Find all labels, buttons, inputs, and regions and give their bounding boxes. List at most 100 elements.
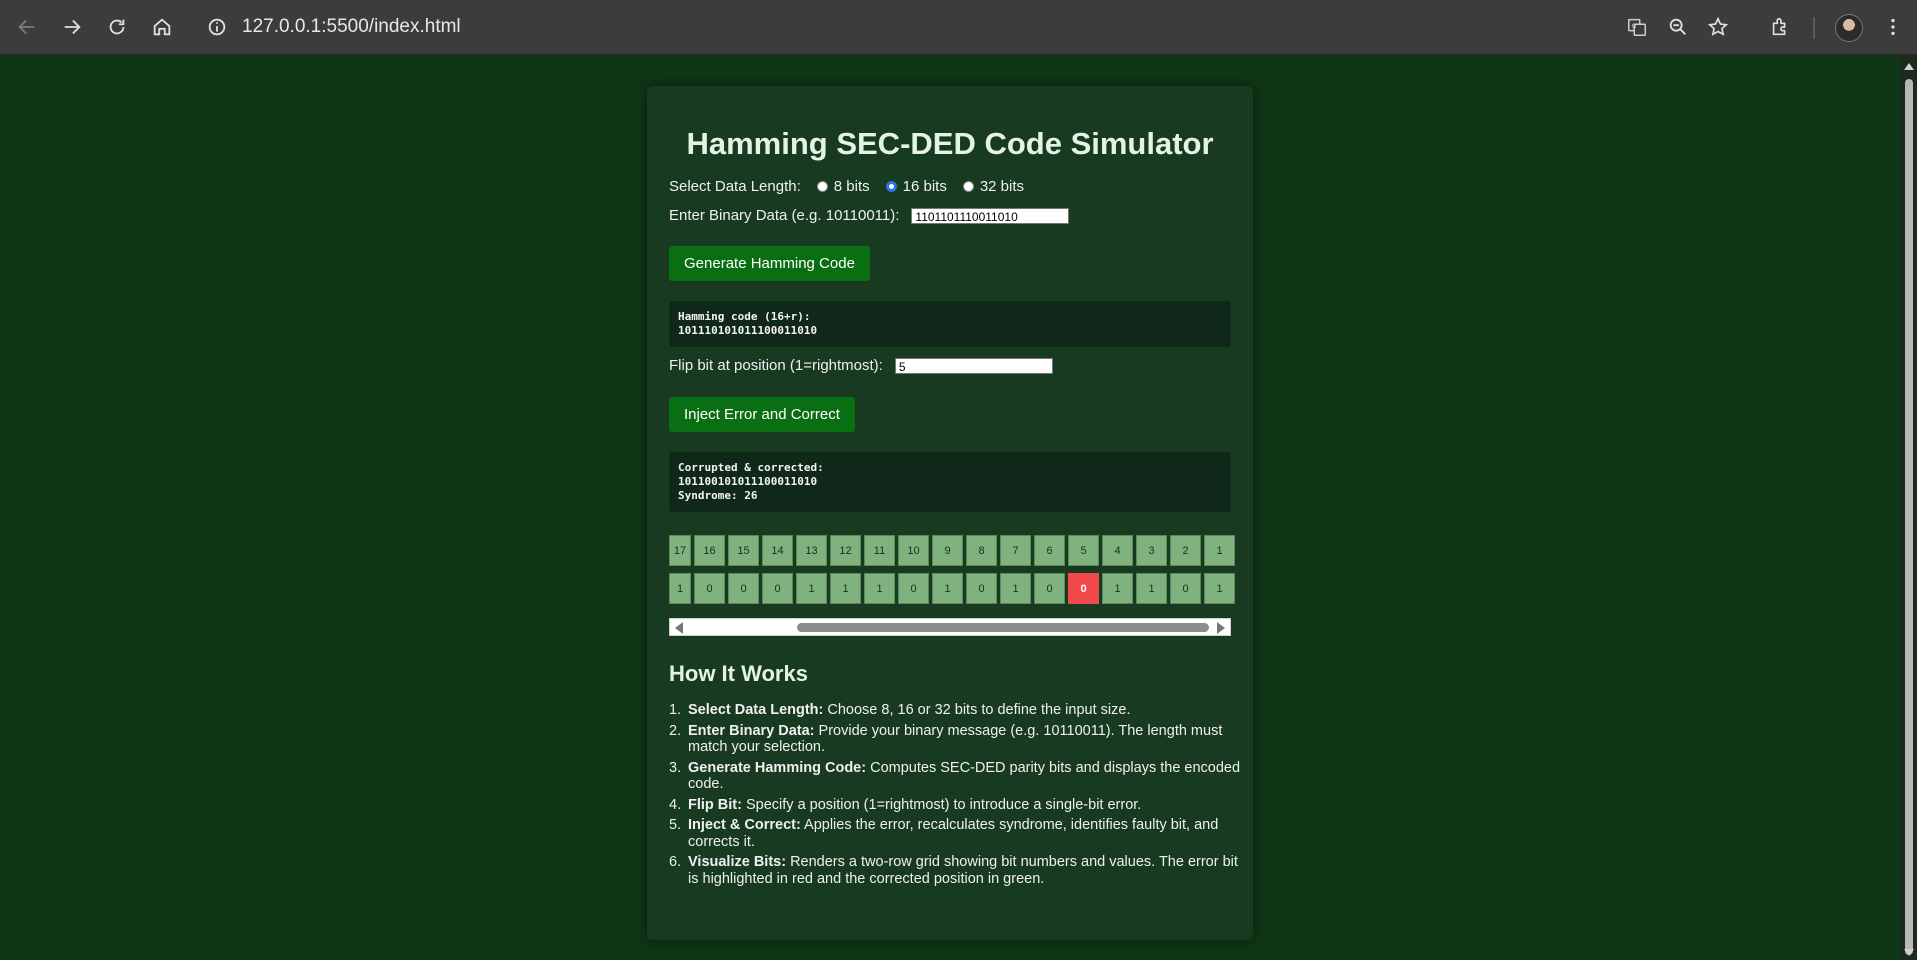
- scroll-right-icon[interactable]: [1217, 622, 1225, 634]
- bit-position-cell: 11: [864, 535, 895, 566]
- bit-value-cell: 0: [898, 573, 929, 604]
- bit-position-cell: 15: [728, 535, 759, 566]
- bit-value-cell: 1: [932, 573, 963, 604]
- extensions-icon[interactable]: [1765, 12, 1795, 42]
- bit-value-cell: 0: [728, 573, 759, 604]
- bit-position-cell: 1: [1204, 535, 1235, 566]
- bit-position-cell: 6: [1034, 535, 1065, 566]
- bit-value-cell: 0: [966, 573, 997, 604]
- profile-avatar[interactable]: [1835, 14, 1863, 42]
- bit-value-cell: 1: [669, 573, 691, 604]
- bit-value-cell-error: 0: [1068, 573, 1099, 604]
- generate-hamming-button[interactable]: Generate Hamming Code: [669, 246, 870, 281]
- step-number: 2.: [669, 722, 682, 739]
- step-item: 6. Visualize Bits: Renders a two-row grid…: [669, 854, 1248, 887]
- bit-value-cell: 1: [1136, 573, 1167, 604]
- back-icon[interactable]: [12, 12, 42, 42]
- bit-value-cell: 0: [694, 573, 725, 604]
- bit-value-cell: 1: [796, 573, 827, 604]
- simulator-card: Hamming SEC-DED Code Simulator Select Da…: [647, 86, 1253, 940]
- hamming-output-line2: 10111010101110001101​0: [678, 324, 818, 337]
- bit-position-cell: 9: [932, 535, 963, 566]
- radio-16-bits-label[interactable]: 16 bits: [903, 178, 947, 195]
- menu-kebab-icon[interactable]: [1878, 12, 1908, 42]
- grid-scroll-thumb[interactable]: [797, 623, 1209, 632]
- browser-toolbar: 127.0.0.1:5500/index.html G: [0, 0, 1917, 55]
- address-bar[interactable]: 127.0.0.1:5500/index.html: [200, 10, 1600, 44]
- inject-error-button[interactable]: Inject Error and Correct: [669, 397, 855, 432]
- bit-value-cell: 1: [830, 573, 861, 604]
- bit-value-cell: 1: [1000, 573, 1031, 604]
- url-text: 127.0.0.1:5500/index.html: [242, 16, 461, 37]
- step-title: Inject & Correct:: [688, 817, 801, 833]
- bit-position-cell: 12: [830, 535, 861, 566]
- step-text: Choose 8, 16 or 32 bits to define the in…: [823, 702, 1131, 718]
- bit-value-row: 10001110101001101: [669, 573, 1238, 604]
- zoom-icon[interactable]: [1663, 12, 1693, 42]
- bookmark-star-icon[interactable]: [1703, 12, 1733, 42]
- page-scroll-thumb[interactable]: [1905, 79, 1913, 955]
- step-number: 4.: [669, 796, 682, 813]
- radio-8-bits[interactable]: [816, 181, 828, 192]
- site-info-icon[interactable]: [206, 16, 228, 43]
- step-item: 1. Select Data Length: Choose 8, 16 or 32…: [669, 702, 1248, 719]
- corrected-output-line2: 10110010101110001101​0: [678, 475, 818, 488]
- bit-position-cell: 14: [762, 535, 793, 566]
- bit-value-cell: 1: [864, 573, 895, 604]
- binary-data-input[interactable]: 1101101110011010: [911, 207, 1070, 224]
- radio-8-bits-label[interactable]: 8 bits: [834, 178, 870, 195]
- toolbar-divider: [1813, 17, 1815, 39]
- step-item: 3. Generate Hamming Code: Computes SEC-DE…: [669, 759, 1248, 793]
- translate-icon[interactable]: G: [1622, 12, 1652, 42]
- flip-bit-label: Flip bit at position (1=rightmost):: [669, 357, 883, 374]
- step-title: Select Data Length:: [688, 702, 824, 718]
- bit-position-cell: 4: [1102, 535, 1133, 566]
- how-it-works-list: 1. Select Data Length: Choose 8, 16 or 32…: [669, 702, 1248, 891]
- bit-position-cell: 17: [669, 535, 691, 566]
- forward-icon[interactable]: [57, 12, 87, 42]
- radio-32-bits-label[interactable]: 32 bits: [980, 178, 1024, 195]
- binary-input-row: Enter Binary Data (e.g. 10110011): 11011…: [669, 207, 1070, 224]
- home-icon[interactable]: [147, 12, 177, 42]
- grid-horizontal-scrollbar[interactable]: [669, 618, 1231, 636]
- bit-position-row: 17 16 15 14 13 12 11 10 9 8 7 6 5 4 3 2 1: [669, 535, 1238, 566]
- bit-position-cell: 8: [966, 535, 997, 566]
- flip-bit-row: Flip bit at position (1=rightmost): 5: [669, 357, 1053, 374]
- hamming-output-line1: Hamming code (16+r):: [678, 310, 811, 323]
- bit-position-cell: 5: [1068, 535, 1099, 566]
- step-title: Generate Hamming Code:: [688, 759, 867, 776]
- scroll-down-icon[interactable]: [1904, 949, 1914, 956]
- bit-position-cell: 3: [1136, 535, 1167, 566]
- binary-input-label: Enter Binary Data (e.g. 10110011):: [669, 207, 900, 224]
- corrected-output-line1: Corrupted & corrected:: [678, 461, 824, 474]
- scroll-left-icon[interactable]: [675, 622, 683, 634]
- page-scrollbar[interactable]: [1900, 55, 1917, 960]
- step-title: Enter Binary Data:: [688, 722, 815, 739]
- bit-position-cell: 13: [796, 535, 827, 566]
- bit-value-cell: 1: [1204, 573, 1235, 604]
- step-number: 5.: [669, 817, 682, 833]
- bit-position-cell: 2: [1170, 535, 1201, 566]
- step-number: 3.: [669, 759, 682, 776]
- how-it-works-heading: How It Works: [669, 661, 808, 686]
- flip-bit-input[interactable]: 5: [894, 357, 1053, 374]
- bit-value-cell: 0: [762, 573, 793, 604]
- radio-32-bits[interactable]: [962, 181, 974, 192]
- reload-icon[interactable]: [102, 12, 132, 42]
- scroll-up-icon[interactable]: [1904, 63, 1914, 70]
- syndrome-text: Syndrome: 26: [678, 489, 758, 502]
- hamming-output: Hamming code (16+r): 1011101010111000110…: [669, 301, 1231, 347]
- bit-value-cell: 1: [1102, 573, 1133, 604]
- step-number: 1.: [669, 702, 682, 718]
- bit-position-cell: 7: [1000, 535, 1031, 566]
- step-item: 2. Enter Binary Data: Provide your binary…: [669, 722, 1248, 756]
- data-length-label: Select Data Length:: [669, 178, 801, 195]
- corrected-output: Corrupted & corrected: 10110010101110001…: [669, 452, 1231, 512]
- step-title: Visualize Bits:: [688, 854, 787, 870]
- bit-position-cell: 16: [694, 535, 725, 566]
- step-number: 6.: [669, 854, 682, 870]
- radio-16-bits[interactable]: [885, 181, 897, 192]
- data-length-row: Select Data Length: 8 bits 16 bits 32 bi…: [669, 178, 1024, 195]
- bit-position-cell: 10: [898, 535, 929, 566]
- step-title: Flip Bit:: [688, 796, 742, 813]
